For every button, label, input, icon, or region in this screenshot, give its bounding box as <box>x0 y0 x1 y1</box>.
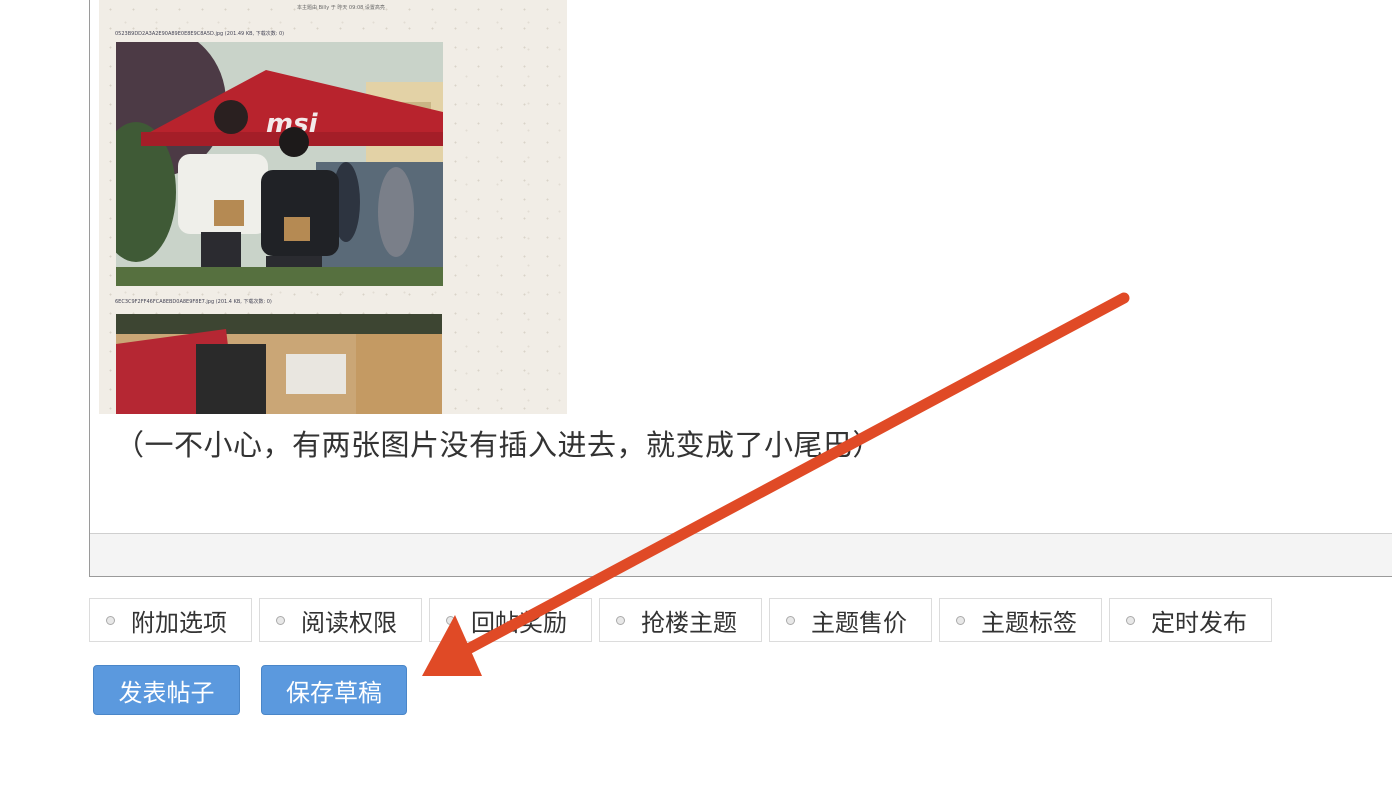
attachment-2-filename: 6EC3C9F2FF46FCA8EBD0A8E9F8E7.jpg (201.4 … <box>115 299 272 305</box>
option-label: 定时发布 <box>1151 608 1247 637</box>
photo-box-icon <box>116 314 442 414</box>
option-label: 抢楼主题 <box>641 608 737 637</box>
bullet-icon <box>616 615 625 625</box>
option-additional[interactable]: 附加选项 <box>89 598 252 642</box>
attachment-1-filename: 0523B9DD2A3A2E90A89E0E8E9C8A5D.jpg (201.… <box>115 31 285 37</box>
embedded-caption: 本主题由 Billy 于 昨天 09:08 设置高亮 <box>297 5 385 11</box>
option-topic-tags[interactable]: 主题标签 <box>939 598 1102 642</box>
editor-status-bar <box>90 533 1392 576</box>
option-label: 附加选项 <box>131 608 227 637</box>
option-label: 主题标签 <box>981 608 1077 637</box>
option-floor-grab[interactable]: 抢楼主题 <box>599 598 762 642</box>
photo-2 <box>116 314 442 414</box>
bullet-icon <box>1126 615 1135 625</box>
option-label: 回帖奖励 <box>471 608 567 637</box>
bullet-icon <box>276 615 285 625</box>
editor-body-text: （一不小心，有两张图片没有插入进去，就变成了小尾巴） <box>115 428 883 462</box>
option-scheduled-publish[interactable]: 定时发布 <box>1109 598 1272 642</box>
embedded-screenshot-image: 本主题由 Billy 于 昨天 09:08 设置高亮 0523B9DD2A3A2… <box>99 0 567 414</box>
save-draft-button[interactable]: 保存草稿 <box>261 665 407 715</box>
bullet-icon <box>446 615 455 625</box>
bullet-icon <box>956 615 965 625</box>
photo-msi-tent-icon: msi <box>116 42 443 286</box>
option-reply-reward[interactable]: 回帖奖励 <box>429 598 592 642</box>
option-read-permission[interactable]: 阅读权限 <box>259 598 422 642</box>
photo-1: msi <box>116 42 443 286</box>
option-topic-price[interactable]: 主题售价 <box>769 598 932 642</box>
option-label: 主题售价 <box>811 608 907 637</box>
option-label: 阅读权限 <box>301 608 397 637</box>
bullet-icon <box>786 615 795 625</box>
bullet-icon <box>106 615 115 625</box>
publish-post-button[interactable]: 发表帖子 <box>93 665 240 715</box>
